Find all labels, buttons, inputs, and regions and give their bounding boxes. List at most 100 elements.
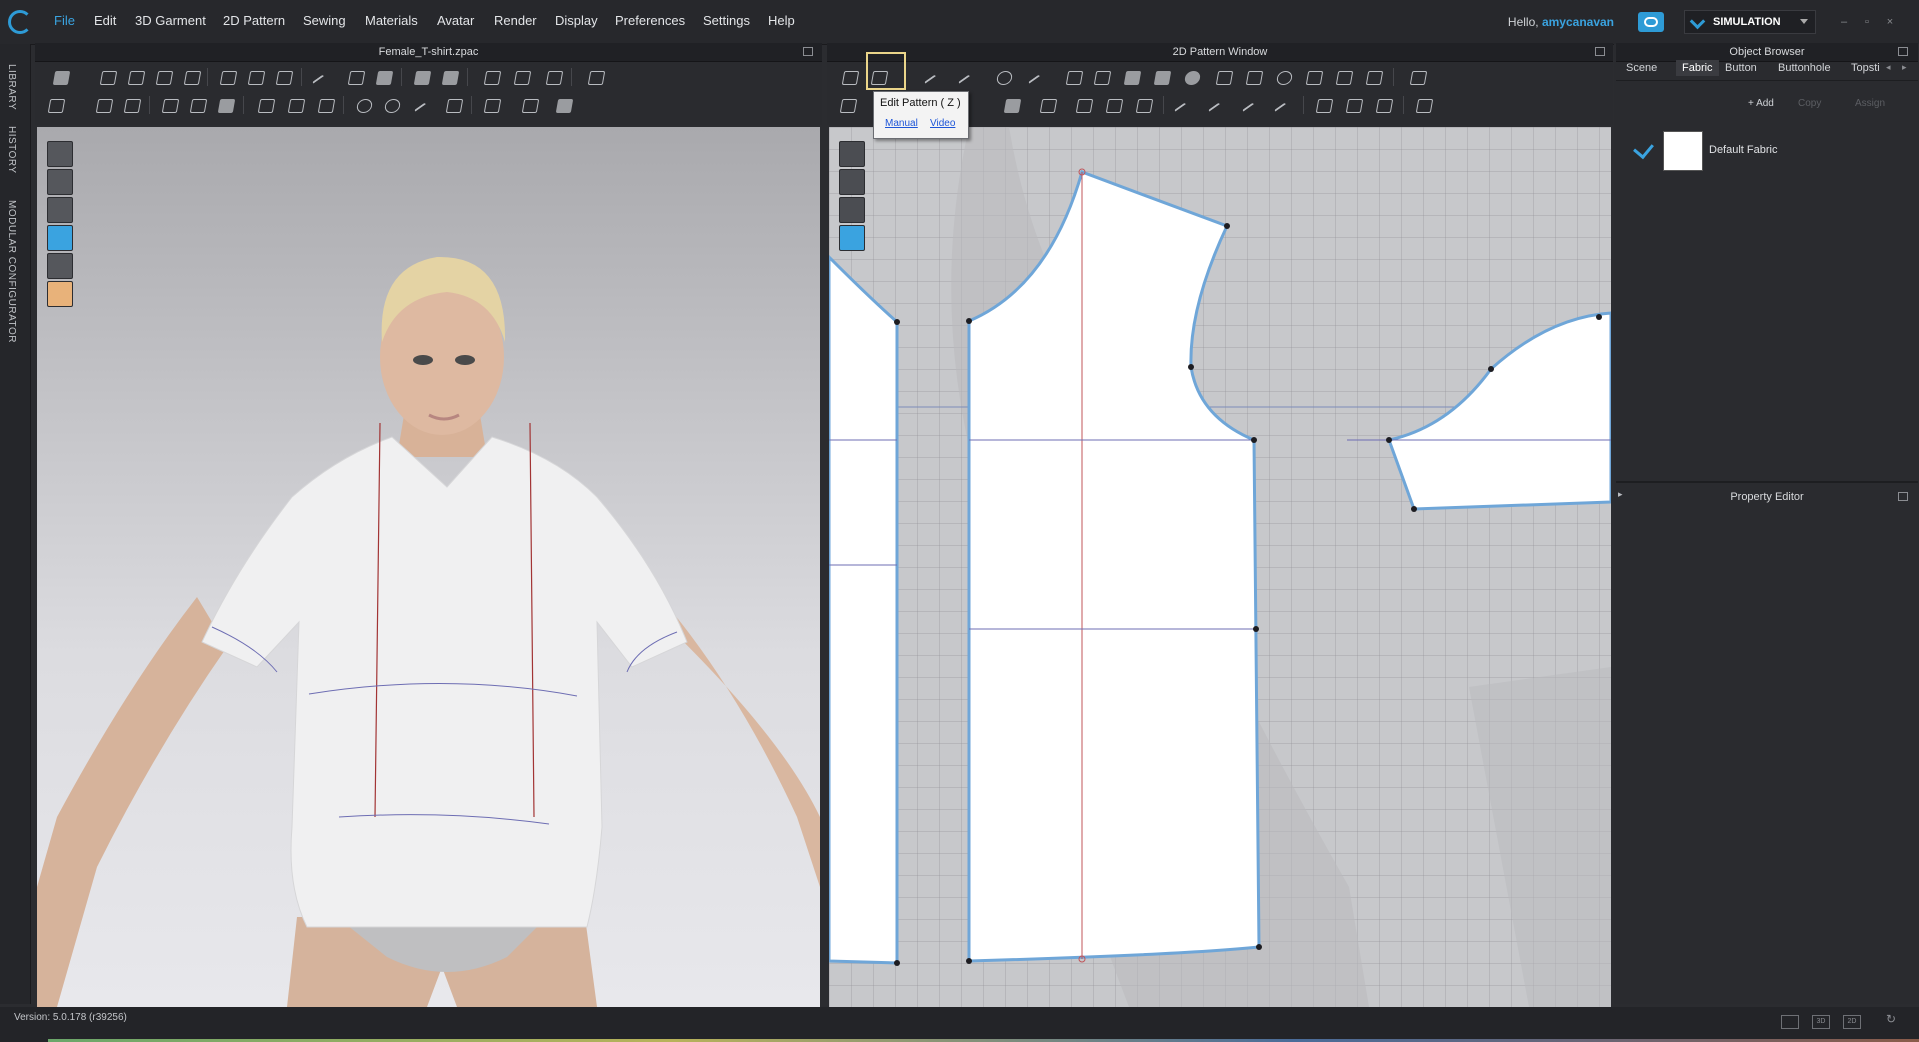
view-garment-icon[interactable] bbox=[47, 141, 73, 167]
close-icon[interactable]: × bbox=[1884, 17, 1896, 28]
transform-pattern-icon[interactable] bbox=[839, 67, 861, 87]
view-texture-icon[interactable] bbox=[47, 169, 73, 195]
tab-history[interactable]: HISTORY bbox=[6, 126, 17, 174]
shirt-icon[interactable] bbox=[411, 67, 433, 87]
menu-settings[interactable]: Settings bbox=[703, 13, 750, 28]
property-editor-popout-icon[interactable] bbox=[1898, 492, 1908, 501]
sewing-line-icon[interactable] bbox=[93, 95, 115, 115]
pattern-button-icon[interactable] bbox=[1037, 95, 1059, 115]
add-fabric-button[interactable]: + Add bbox=[1748, 98, 1774, 109]
tooltip-video-link[interactable]: Video bbox=[930, 118, 955, 129]
rotate-icon[interactable] bbox=[273, 67, 295, 87]
minimize-icon[interactable]: – bbox=[1838, 17, 1850, 28]
simulation-dropdown-icon[interactable] bbox=[1800, 19, 1808, 24]
view-2d-button[interactable]: 2D bbox=[1843, 1015, 1861, 1029]
iron-icon[interactable] bbox=[1001, 95, 1023, 115]
measure-icon[interactable] bbox=[481, 67, 503, 87]
shirring-icon[interactable] bbox=[1343, 95, 1365, 115]
tab-scroll-left-icon[interactable]: ◂ bbox=[1886, 62, 1891, 73]
view-skin-icon[interactable] bbox=[47, 281, 73, 307]
gathering-icon[interactable] bbox=[1333, 67, 1355, 87]
menu-2d-pattern[interactable]: 2D Pattern bbox=[223, 13, 285, 28]
menu-file[interactable]: File bbox=[54, 13, 75, 28]
texture-icon[interactable] bbox=[443, 95, 465, 115]
line-segment-icon[interactable] bbox=[1173, 95, 1195, 115]
polygon-icon[interactable] bbox=[1121, 67, 1143, 87]
menu-3d-garment[interactable]: 3D Garment bbox=[135, 13, 206, 28]
tab-fabric[interactable]: Fabric bbox=[1676, 60, 1719, 76]
tape-icon[interactable] bbox=[511, 67, 533, 87]
dart-icon[interactable] bbox=[1303, 67, 1325, 87]
panel-2d-popout-icon[interactable] bbox=[1595, 47, 1605, 56]
tab-scroll-right-icon[interactable]: ▸ bbox=[1902, 62, 1907, 73]
slash-spread-icon[interactable] bbox=[1363, 67, 1385, 87]
pattern-trim-icon[interactable] bbox=[1133, 95, 1155, 115]
tab-buttonhole[interactable]: Buttonhole bbox=[1778, 62, 1831, 74]
snapshot-icon[interactable] bbox=[553, 95, 575, 115]
pen-icon[interactable] bbox=[311, 67, 333, 87]
elastic-icon[interactable] bbox=[1313, 95, 1335, 115]
assign-fabric-button[interactable]: Assign bbox=[1855, 98, 1885, 109]
cut-icon[interactable] bbox=[1027, 67, 1049, 87]
tab-scene[interactable]: Scene bbox=[1626, 62, 1657, 74]
view-shading-icon[interactable] bbox=[47, 253, 73, 279]
garment-fit-icon[interactable] bbox=[543, 67, 565, 87]
panel-3d-popout-icon[interactable] bbox=[803, 47, 813, 56]
avatar-pose-icon[interactable] bbox=[45, 95, 67, 115]
line-tool-icon[interactable] bbox=[413, 95, 435, 115]
button-icon[interactable] bbox=[255, 95, 277, 115]
wave-line-icon[interactable] bbox=[1241, 95, 1263, 115]
transform-icon[interactable] bbox=[153, 67, 175, 87]
tack-free-icon[interactable] bbox=[187, 95, 209, 115]
pattern-view-pen-icon[interactable] bbox=[839, 141, 865, 167]
pattern-view-shirt-icon[interactable] bbox=[839, 169, 865, 195]
annotation-2d-icon[interactable] bbox=[1413, 95, 1435, 115]
seam-allowance-icon[interactable] bbox=[1063, 67, 1085, 87]
edit-curvature-icon[interactable] bbox=[923, 67, 945, 87]
view-fabric-icon[interactable] bbox=[47, 225, 73, 251]
topstitch-icon[interactable] bbox=[315, 95, 337, 115]
menu-preferences[interactable]: Preferences bbox=[615, 13, 685, 28]
cloud-icon[interactable] bbox=[1638, 12, 1664, 32]
internal-polygon-icon[interactable] bbox=[1213, 67, 1235, 87]
menu-display[interactable]: Display bbox=[555, 13, 598, 28]
grading-icon[interactable] bbox=[1407, 67, 1429, 87]
restore-icon[interactable]: ▫ bbox=[1861, 17, 1873, 28]
sewing-free-icon[interactable] bbox=[121, 95, 143, 115]
internal-rectangle-icon[interactable] bbox=[1243, 67, 1265, 87]
copy-fabric-button[interactable]: Copy bbox=[1798, 98, 1821, 109]
simulation-tool-icon[interactable] bbox=[50, 67, 72, 87]
pattern-view-fabric-icon[interactable] bbox=[839, 225, 865, 251]
smocking-icon[interactable] bbox=[1373, 95, 1395, 115]
flip-icon[interactable] bbox=[245, 67, 267, 87]
pattern-topstitch-icon[interactable] bbox=[1103, 95, 1125, 115]
refresh-icon[interactable]: ↻ bbox=[1886, 1012, 1896, 1026]
menu-materials[interactable]: Materials bbox=[365, 13, 418, 28]
menu-sewing[interactable]: Sewing bbox=[303, 13, 346, 28]
annotation-icon[interactable] bbox=[481, 95, 503, 115]
internal-circle-icon[interactable] bbox=[1273, 67, 1295, 87]
view-avatar-icon[interactable] bbox=[47, 197, 73, 223]
pin-icon[interactable] bbox=[373, 67, 395, 87]
tack-icon[interactable] bbox=[159, 95, 181, 115]
tab-button[interactable]: Button bbox=[1725, 62, 1757, 74]
trim-icon[interactable] bbox=[353, 95, 375, 115]
menu-edit[interactable]: Edit bbox=[94, 13, 116, 28]
buttonhole-icon[interactable] bbox=[285, 95, 307, 115]
strain-map-icon[interactable] bbox=[585, 67, 607, 87]
tab-topstitch[interactable]: Topsti bbox=[1851, 62, 1880, 74]
select-mesh-icon[interactable] bbox=[125, 67, 147, 87]
fold-arrangement-icon[interactable] bbox=[217, 67, 239, 87]
viewport-3d[interactable] bbox=[37, 127, 820, 1007]
pants-icon[interactable] bbox=[439, 67, 461, 87]
viewport-2d[interactable] bbox=[829, 127, 1611, 1007]
fold-icon[interactable] bbox=[181, 67, 203, 87]
tab-library[interactable]: LIBRARY bbox=[6, 64, 17, 110]
view-3d-button[interactable]: 3D bbox=[1812, 1015, 1830, 1029]
tooltip-manual-link[interactable]: Manual bbox=[885, 118, 918, 129]
rectangle-icon[interactable] bbox=[1151, 67, 1173, 87]
pattern-icon[interactable] bbox=[1091, 67, 1113, 87]
select-move-icon[interactable] bbox=[97, 67, 119, 87]
brush-icon[interactable] bbox=[345, 67, 367, 87]
menu-avatar[interactable]: Avatar bbox=[437, 13, 474, 28]
